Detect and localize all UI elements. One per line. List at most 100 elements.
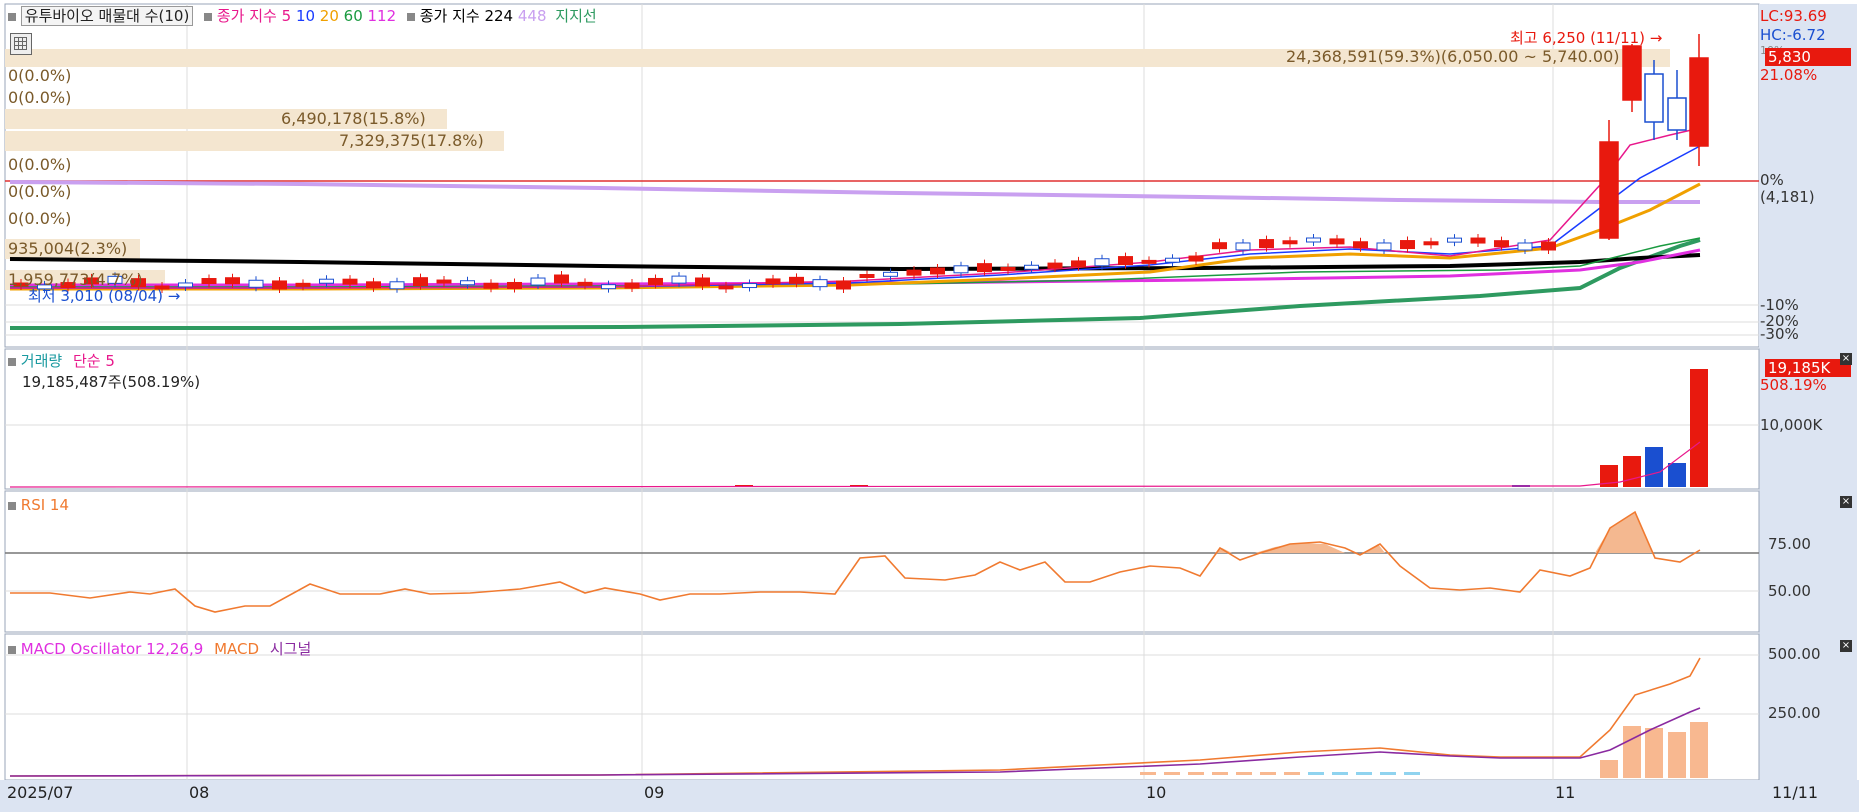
oscillator-bar <box>1668 732 1686 778</box>
candle-body <box>1141 259 1157 264</box>
rsi-legend: RSI 14 <box>8 496 69 514</box>
axis-reference-price: (4,181) <box>1760 188 1815 206</box>
candle-body <box>483 282 499 289</box>
volume-ma-label[interactable]: 단순 5 <box>73 352 115 370</box>
legend-marker-icon <box>8 357 16 366</box>
candle-body <box>178 282 193 288</box>
candle-body <box>1353 241 1368 249</box>
ma-legend-item[interactable]: 10 <box>291 7 315 25</box>
candle-body <box>1376 242 1392 251</box>
volume-profile-label: 935,004(2.3%) <box>8 239 128 258</box>
oscillator-bar-small <box>1236 772 1252 775</box>
candle-body <box>201 278 217 285</box>
candle-body <box>648 277 663 285</box>
candle-body <box>507 281 522 289</box>
oscillator-bar-small <box>1308 772 1324 775</box>
oscillator-bar <box>1600 760 1618 778</box>
candle-body <box>977 263 992 273</box>
candle-body <box>1400 240 1415 250</box>
volume-profile-label-top: 24,368,591(59.3%)(6,050.00 ~ 5,740.00) <box>1286 47 1620 66</box>
x-axis-current-date: 11/11 <box>1772 783 1819 802</box>
volume-bar <box>1623 456 1641 487</box>
candle-body <box>671 275 687 284</box>
volume-profile-label: 0(0.0%) <box>8 182 72 201</box>
volume-pct-tag: 508.19% <box>1760 376 1827 394</box>
price-legend: 유투바이오 매물대 수(10) 종가 지수 5 10 20 60 112 종가 … <box>8 6 597 26</box>
legend-marker-icon <box>406 12 415 21</box>
candle-body <box>436 279 452 284</box>
high-price-label: 최고 6,250 (11/11) <box>1510 29 1646 47</box>
ma224-legend[interactable]: 종가 지수 224 <box>420 7 513 25</box>
right-axis-area <box>1759 4 1857 784</box>
oscillator-bar-small <box>1284 772 1300 775</box>
volume-panel-frame <box>4 348 1760 490</box>
candle-body <box>1094 258 1110 267</box>
candle-body <box>1306 237 1321 243</box>
high-price-annotation: 최고 6,250 (11/11) → <box>1510 29 1662 47</box>
ma-legend-item[interactable]: 20 <box>315 7 339 25</box>
volume-title[interactable]: 거래량 <box>21 352 62 370</box>
candle-body <box>1024 264 1039 270</box>
candle-body <box>1622 45 1642 101</box>
ma448-legend[interactable]: 448 <box>518 7 547 25</box>
candle-body <box>1235 242 1251 251</box>
volume-info: 19,185,487주(508.19%) <box>22 373 201 391</box>
ma-legend-item[interactable]: 112 <box>363 7 397 25</box>
ma-legend-items: 5 10 20 60 112 <box>282 7 397 25</box>
legend-marker-icon <box>8 12 16 21</box>
legend-marker-icon <box>204 12 213 21</box>
rsi-title[interactable]: RSI 14 <box>21 496 69 514</box>
macd-legend: MACD Oscillator 12,26,9 MACD 시그널 <box>8 640 311 658</box>
volume-profile-label: 0(0.0%) <box>8 209 72 228</box>
candle-body <box>319 278 334 284</box>
candle-body <box>248 279 264 288</box>
macd-axis-500: 500.00 <box>1768 645 1821 663</box>
candle-body <box>695 277 710 287</box>
candle-body <box>765 278 781 285</box>
close-icon[interactable]: × <box>1840 353 1852 365</box>
ma-legend-item[interactable]: 60 <box>339 7 363 25</box>
candle-body <box>1000 266 1016 271</box>
axis-minus30: -30% <box>1760 325 1799 343</box>
candle-body <box>601 284 616 290</box>
x-axis-label: 2025/07 <box>7 783 74 802</box>
candle-body <box>342 278 358 285</box>
signal-label[interactable]: 시그널 <box>270 640 311 658</box>
macd-label[interactable]: MACD <box>214 640 259 658</box>
arrow-right-icon: → <box>167 287 181 305</box>
ma-legend-label[interactable]: 종가 지수 <box>217 7 277 25</box>
macd-axis-250: 250.00 <box>1768 704 1821 722</box>
close-icon[interactable]: × <box>1840 640 1852 652</box>
current-price-tag: 5,830 <box>1765 48 1851 66</box>
macd-osc-title[interactable]: MACD Oscillator 12,26,9 <box>21 640 204 658</box>
candle-body <box>577 281 593 286</box>
close-icon[interactable]: × <box>1840 496 1852 508</box>
candle-body <box>718 285 734 290</box>
axis-zero-pct: 0% <box>1760 171 1784 189</box>
candle-body <box>1494 240 1509 248</box>
x-axis-label: 10 <box>1146 783 1167 802</box>
x-axis-label: 08 <box>189 783 210 802</box>
volume-bar <box>1645 447 1663 487</box>
candle-body <box>1447 237 1462 243</box>
candle-body <box>953 265 969 274</box>
candle-body <box>1599 141 1619 239</box>
legend-marker-icon <box>8 645 16 654</box>
support-legend[interactable]: 지지선 <box>555 7 596 25</box>
volume-bar <box>1690 369 1708 487</box>
candle-body <box>389 281 405 290</box>
oscillator-bar-small <box>1380 772 1396 775</box>
candle-body <box>272 280 287 290</box>
table-icon[interactable] <box>10 33 32 55</box>
ma-legend-item[interactable]: 5 <box>282 7 292 25</box>
volume-profile-label: 7,329,375(17.8%) <box>339 131 484 150</box>
candle-body <box>413 277 428 287</box>
candle-body <box>1047 262 1063 269</box>
legend-marker-icon <box>8 501 16 510</box>
candle-body <box>1644 73 1664 123</box>
candle-body <box>1071 260 1086 268</box>
chart-title[interactable]: 유투바이오 매물대 수(10) <box>20 6 194 26</box>
candle-body <box>906 269 922 276</box>
candle-body <box>530 277 546 286</box>
low-price-annotation: 최저 3,010 (08/04) → <box>28 287 180 305</box>
